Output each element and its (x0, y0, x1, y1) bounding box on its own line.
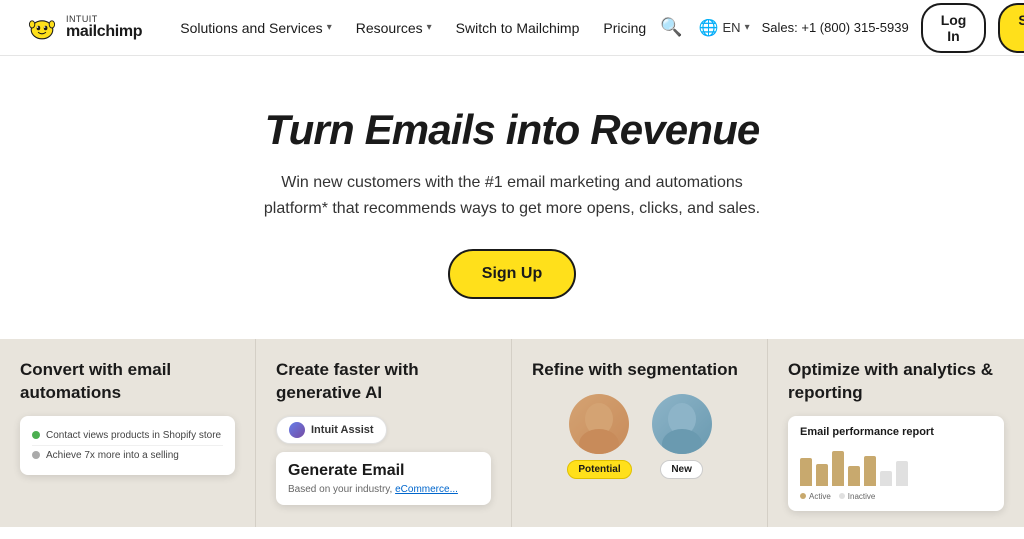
logo-link[interactable]: INTUIT mailchimp (24, 10, 142, 46)
navbar: INTUIT mailchimp Solutions and Services … (0, 0, 1024, 56)
feature-title-segmentation: Refine with segmentation (532, 359, 747, 381)
nav-item-pricing[interactable]: Pricing (593, 14, 656, 42)
ai-card-title: Generate Email (288, 462, 479, 480)
language-selector[interactable]: 🌐 EN ▾ (699, 18, 750, 38)
avatar-potential (569, 394, 629, 454)
bar-6 (880, 471, 892, 486)
feature-card-analytics: Optimize with analytics & reporting Emai… (768, 339, 1024, 526)
status-dot (32, 431, 40, 439)
features-strip: Convert with email automations Contact v… (0, 339, 1024, 526)
feature-card-segmentation: Refine with segmentation Potential (512, 339, 768, 526)
chevron-down-icon: ▾ (327, 22, 332, 33)
mockup-text: Contact views products in Shopify store (46, 430, 221, 441)
seg-item-new: New (652, 394, 712, 479)
mailchimp-label: mailchimp (66, 24, 142, 40)
automations-mockup: Contact views products in Shopify store … (20, 416, 235, 475)
globe-icon: 🌐 (699, 18, 719, 38)
feature-card-automations: Convert with email automations Contact v… (0, 339, 256, 526)
mailchimp-logo-icon (24, 10, 60, 46)
avatar-new (652, 394, 712, 454)
analytics-mockup: Email performance report Active Inactive (788, 416, 1004, 511)
sales-phone: Sales: +1 (800) 315-5939 (762, 20, 909, 35)
chevron-down-icon: ▾ (427, 22, 432, 33)
hero-subtitle: Win new customers with the #1 email mark… (252, 170, 772, 221)
legend-item: Active (800, 492, 831, 501)
nav-links: Solutions and Services ▾ Resources ▾ Swi… (170, 14, 656, 42)
bar-5 (864, 456, 876, 486)
chevron-down-icon: ▾ (745, 22, 750, 33)
mockup-row: Contact views products in Shopify store (32, 426, 223, 446)
ai-card-body: Generate Email Based on your industry, e… (276, 452, 491, 505)
mockup-text: Achieve 7x more into a selling (46, 450, 179, 461)
nav-right: 🔍 🌐 EN ▾ Sales: +1 (800) 315-5939 Log In… (656, 3, 1024, 53)
analytics-report-title: Email performance report (800, 426, 992, 438)
ai-card-link[interactable]: eCommerce... (395, 484, 458, 495)
feature-card-ai: Create faster with generative AI Intuit … (256, 339, 512, 526)
feature-title-automations: Convert with email automations (20, 359, 235, 403)
mockup-row: Achieve 7x more into a selling (32, 446, 223, 465)
feature-title-ai: Create faster with generative AI (276, 359, 491, 403)
legend-item: Inactive (839, 492, 876, 501)
intuit-assist-icon (289, 422, 305, 438)
bar-1 (800, 458, 812, 486)
nav-item-switch[interactable]: Switch to Mailchimp (446, 14, 590, 42)
bar-3 (832, 451, 844, 486)
bar-7 (896, 461, 908, 486)
legend-dot-inactive (839, 493, 845, 499)
signup-button-hero[interactable]: Sign Up (448, 249, 576, 299)
legend-dot-active (800, 493, 806, 499)
feature-title-analytics: Optimize with analytics & reporting (788, 359, 1004, 403)
seg-item-potential: Potential (567, 394, 631, 479)
segmentation-mockup: Potential New (532, 394, 747, 479)
nav-item-resources[interactable]: Resources ▾ (346, 14, 442, 42)
ai-badge: Intuit Assist (276, 416, 387, 444)
analytics-bars (800, 446, 992, 486)
bar-4 (848, 466, 860, 486)
badge-new: New (660, 460, 703, 479)
bar-2 (816, 464, 828, 486)
analytics-legend: Active Inactive (800, 492, 992, 501)
ai-card-sub: Based on your industry, eCommerce... (288, 484, 479, 495)
signup-button-nav[interactable]: Sign Up (998, 3, 1024, 53)
search-icon[interactable]: 🔍 (656, 13, 686, 42)
login-button[interactable]: Log In (921, 3, 987, 53)
badge-potential: Potential (567, 460, 631, 479)
nav-item-solutions[interactable]: Solutions and Services ▾ (170, 14, 341, 42)
hero-title: Turn Emails into Revenue (265, 106, 760, 154)
status-dot (32, 451, 40, 459)
hero-section: Turn Emails into Revenue Win new custome… (0, 56, 1024, 339)
logo-text: INTUIT mailchimp (66, 15, 142, 40)
